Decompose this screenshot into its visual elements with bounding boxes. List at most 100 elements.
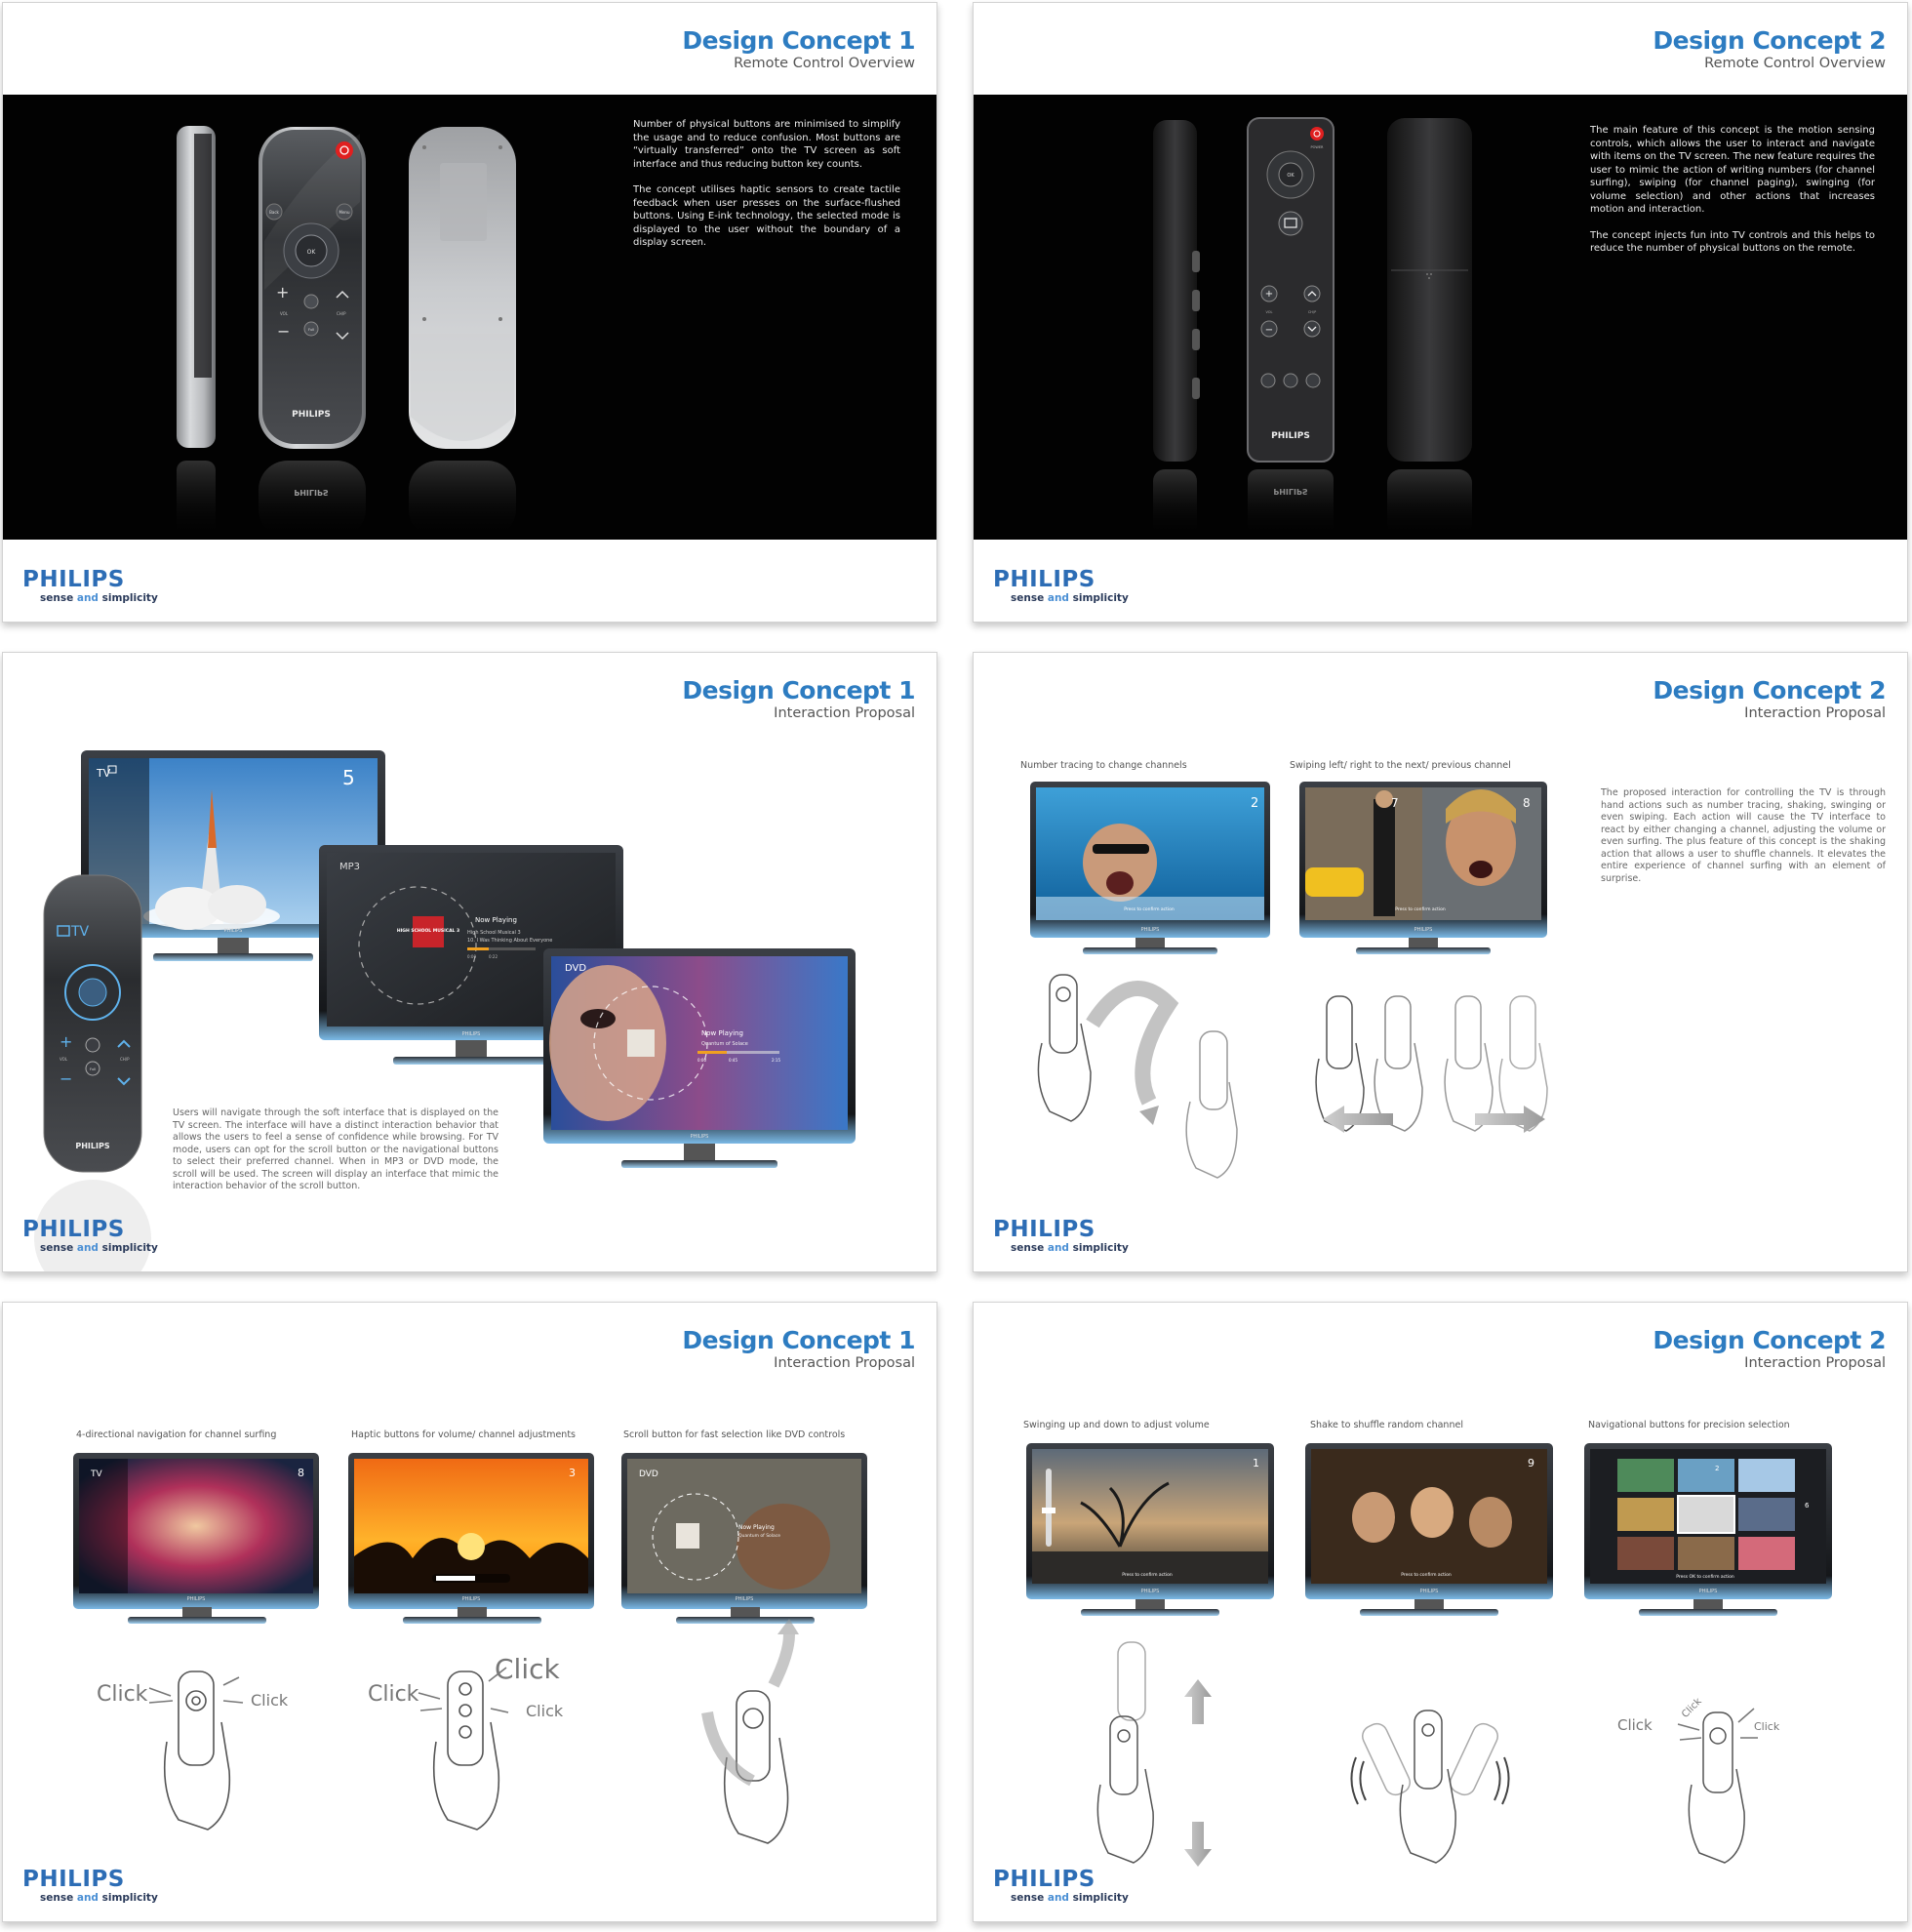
svg-text:0:45: 0:45	[729, 1058, 737, 1063]
description-paragraph: The main feature of this concept is the …	[1590, 125, 1875, 215]
svg-text:2: 2	[1251, 796, 1258, 811]
svg-text:Now Playing: Now Playing	[475, 916, 517, 924]
slide-concept2-overview: Design Concept 2 Remote Control Overview…	[973, 2, 1908, 623]
click-label: Click	[526, 1702, 564, 1720]
svg-text:Press to confirm action: Press to confirm action	[1395, 906, 1446, 912]
svg-text:Press to confirm action: Press to confirm action	[1122, 1572, 1173, 1578]
svg-text:+: +	[1265, 289, 1273, 300]
svg-text:8: 8	[1523, 796, 1531, 810]
hand-shake-sketch	[1350, 1710, 1510, 1864]
svg-text:Now Playing: Now Playing	[701, 1029, 743, 1037]
svg-text:OK: OK	[307, 249, 317, 256]
svg-text:PHILIPS: PHILIPS	[1273, 487, 1307, 496]
chevron-up-icon	[1303, 285, 1321, 302]
svg-text:POWER: POWER	[1311, 145, 1325, 149]
svg-text:DVD: DVD	[565, 963, 586, 974]
click-label: Click	[368, 1682, 419, 1707]
brand-tagline: sense and simplicity	[40, 592, 158, 604]
overview-description: The main feature of this concept is the …	[1590, 124, 1875, 268]
gesture-illustrations: 2 Press to confirm action PHILIPS 7 8 Pr…	[1030, 782, 1548, 1179]
click-label: Click	[251, 1691, 289, 1710]
remote-front-view: Back Menu OK + − VOL Full CH/P PHILIPS P…	[259, 127, 366, 539]
tv-dusk-tree: 1 Press to confirm action PHILIPS	[1026, 1443, 1274, 1616]
menu-icon	[1283, 373, 1298, 388]
interaction-description: The proposed interaction for controlling…	[1601, 787, 1886, 884]
svg-text:High School Musical 3: High School Musical 3	[467, 930, 521, 936]
svg-text:0:00: 0:00	[467, 954, 476, 959]
philips-logo: PHILIPS	[22, 1217, 125, 1242]
interaction-description: Users will navigate through the soft int…	[173, 1107, 498, 1191]
minus-icon: −	[60, 1069, 72, 1088]
svg-text:Now Playing: Now Playing	[738, 1524, 775, 1531]
svg-text:6: 6	[1805, 1502, 1810, 1509]
mute-icon	[303, 294, 319, 309]
description-paragraph: The concept utilises haptic sensors to c…	[633, 184, 900, 248]
slide-concept1-interaction-a: Design Concept 1 Interaction Proposal TV…	[2, 652, 937, 1272]
svg-text:10. I Was Thinking About Every: 10. I Was Thinking About Everyone	[467, 938, 552, 944]
philips-brand-block: PHILIPS sense and simplicity	[993, 567, 1129, 604]
minus-icon: −	[277, 322, 290, 341]
svg-text:DVD: DVD	[639, 1469, 658, 1479]
svg-text:2:15: 2:15	[772, 1058, 780, 1063]
chevron-down-icon	[1303, 320, 1321, 338]
svg-text:Press OK to confirm action: Press OK to confirm action	[1676, 1574, 1734, 1580]
click-label: Click	[1617, 1716, 1653, 1734]
slide-concept2-interaction-a: Design Concept 2 Interaction Proposal Nu…	[973, 652, 1908, 1272]
product-photo-band: Back Menu OK + − VOL Full CH/P PHILIPS P…	[3, 95, 936, 540]
hand-click-sketch-1	[148, 1670, 244, 1831]
remote-side-view	[1153, 120, 1200, 538]
click-label: Click	[495, 1653, 561, 1685]
tv-grid-select: 2 6 Press OK to confirm action PHILIPS	[1584, 1443, 1832, 1616]
hand-swiping-sketch	[1315, 995, 1548, 1133]
product-photo-band: POWER OK + − VOL CH/P PHILIPS PHILIPS Th…	[974, 95, 1907, 540]
svg-text:TV: TV	[70, 924, 90, 940]
svg-text:HIGH SCHOOL MUSICAL 3: HIGH SCHOOL MUSICAL 3	[397, 928, 459, 934]
overview-description: Number of physical buttons are minimised…	[633, 118, 900, 262]
svg-text:CH/P: CH/P	[1308, 310, 1316, 314]
slide-header: Design Concept 2 Remote Control Overview	[1653, 26, 1886, 71]
svg-text:−: −	[1265, 325, 1273, 336]
slide-header: Design Concept 1 Remote Control Overview	[682, 26, 915, 71]
slide-title: Design Concept 1	[682, 26, 915, 55]
svg-text:OK: OK	[1287, 173, 1295, 179]
hand-swing-sketch	[1096, 1641, 1212, 1867]
svg-text:TV: TV	[90, 1469, 102, 1479]
svg-text:PHILIPS: PHILIPS	[1141, 927, 1160, 933]
remote-renderings: POWER OK + − VOL CH/P PHILIPS PHILIPS	[1153, 117, 1472, 538]
tv-city: 7 8 Press to confirm action PHILIPS	[1299, 782, 1547, 954]
description-paragraph: Number of physical buttons are minimised…	[633, 119, 900, 170]
remote-renderings: Back Menu OK + − VOL Full CH/P PHILIPS P…	[177, 126, 516, 539]
philips-logo: PHILIPS	[22, 1867, 125, 1892]
plus-icon: +	[60, 1032, 72, 1051]
slide-concept2-interaction-b: Design Concept 2 Interaction Proposal Sw…	[973, 1302, 1908, 1922]
svg-text:PHILIPS: PHILIPS	[736, 1596, 754, 1602]
svg-text:PHILIPS: PHILIPS	[292, 410, 331, 420]
svg-text:VOL: VOL	[280, 311, 289, 316]
brand-tagline: sense and simplicity	[1011, 1892, 1129, 1904]
philips-brand-block: PHILIPS sense and simplicity	[22, 567, 158, 604]
full-icon	[1305, 373, 1321, 388]
philips-brand-block: PHILIPS sense and simplicity	[993, 1867, 1129, 1904]
svg-text:PHILIPS: PHILIPS	[1141, 1589, 1160, 1594]
svg-text:0:22: 0:22	[489, 954, 498, 959]
brand-tagline: sense and simplicity	[1011, 592, 1129, 604]
svg-text:PHILIPS: PHILIPS	[1420, 1589, 1439, 1594]
svg-text:Full: Full	[90, 1067, 96, 1071]
svg-text:PHILIPS: PHILIPS	[1271, 431, 1310, 441]
svg-text:PHILIPS: PHILIPS	[294, 488, 328, 497]
arrow-up-icon	[1184, 1679, 1212, 1724]
svg-text:Quantum of Solace: Quantum of Solace	[701, 1041, 748, 1047]
svg-text:PHILIPS: PHILIPS	[1414, 927, 1433, 933]
interaction-illustrations: TV 8 PHILIPS 3 PHILIPS DVD Now Playing Q…	[73, 1453, 867, 1844]
plus-icon: +	[276, 283, 289, 302]
philips-logo: PHILIPS	[993, 1867, 1095, 1892]
svg-text:PHILIPS: PHILIPS	[75, 1142, 109, 1150]
hand-scroll-sketch	[701, 1619, 799, 1844]
hand-click-sketch	[1677, 1708, 1758, 1864]
philips-logo: PHILIPS	[993, 1217, 1095, 1242]
brand-tagline: sense and simplicity	[1011, 1242, 1129, 1254]
volume-bar-icon	[432, 1574, 510, 1583]
philips-logo: PHILIPS	[993, 567, 1095, 592]
svg-text:VOL: VOL	[60, 1057, 68, 1062]
svg-text:1: 1	[1253, 1457, 1259, 1469]
